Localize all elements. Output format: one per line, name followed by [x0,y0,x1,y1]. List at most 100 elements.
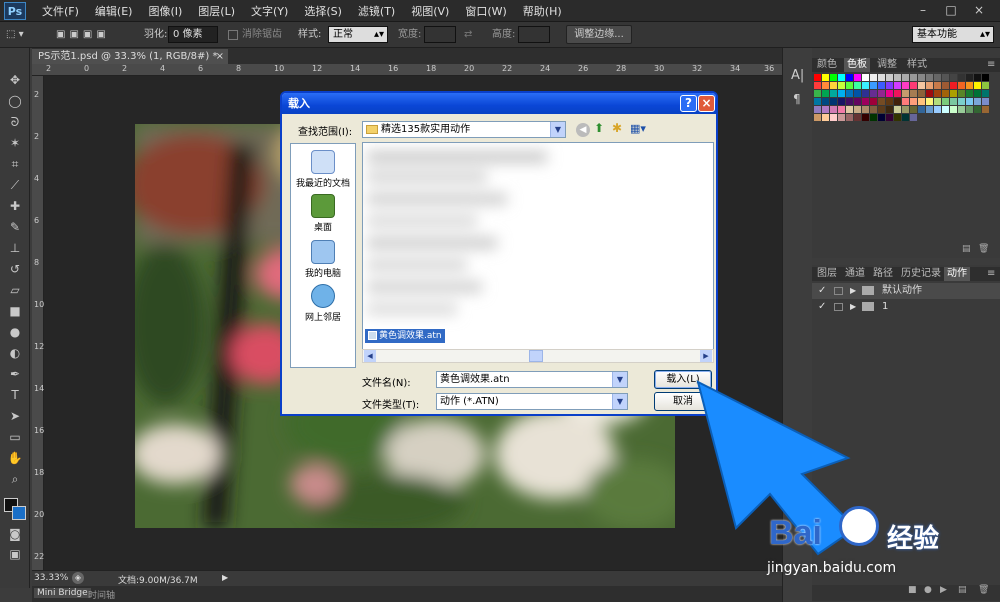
swatch-cell[interactable] [942,90,949,97]
close-tab-icon[interactable]: × [216,49,224,64]
lookin-combo[interactable]: 精选135款实用动作 ▼ [362,121,566,138]
swatch-cell[interactable] [966,98,973,105]
swatch-cell[interactable] [934,82,941,89]
swatch-cell[interactable] [902,90,909,97]
swatch-cell[interactable] [870,90,877,97]
swatch-cell[interactable] [862,98,869,105]
swatch-cell[interactable] [854,74,861,81]
swatch-cell[interactable] [958,90,965,97]
swatch-cell[interactable] [982,90,989,97]
swatch-cell[interactable] [838,82,845,89]
swatch-cell[interactable] [966,74,973,81]
swatch-cell[interactable] [926,106,933,113]
swatch-delete-icon[interactable]: 🗑 [978,244,989,254]
swatch-cell[interactable] [838,74,845,81]
swatch-cell[interactable] [830,98,837,105]
swatch-cell[interactable] [878,90,885,97]
swatch-cell[interactable] [838,98,845,105]
swatch-cell[interactable] [918,82,925,89]
swatch-cell[interactable] [934,98,941,105]
tab-mini-bridge[interactable]: Mini Bridge [34,588,91,598]
help-button[interactable]: ? [680,95,697,112]
swatch-cell[interactable] [822,106,829,113]
gradient-tool-icon[interactable]: ■ [6,303,24,319]
swatch-cell[interactable] [878,74,885,81]
screen-mode-icon[interactable]: ▣ [6,546,24,562]
swatch-cell[interactable] [814,74,821,81]
view-menu-icon[interactable]: ▦▾ [630,122,646,135]
swatch-cell[interactable] [934,106,941,113]
tab-actions[interactable]: 动作 [944,267,970,281]
swatch-cell[interactable] [902,98,909,105]
swatch-cell[interactable] [854,98,861,105]
action-toggle-check[interactable]: ✓ [818,283,826,299]
swatch-cell[interactable] [814,106,821,113]
swatch-cell[interactable] [926,82,933,89]
swatch-cell[interactable] [982,98,989,105]
swatch-cell[interactable] [870,74,877,81]
maximize-button[interactable]: □ [940,2,962,18]
swatch-cell[interactable] [974,106,981,113]
swatch-cell[interactable] [958,74,965,81]
scroll-left-icon[interactable]: ◀ [364,350,376,362]
swatch-new-icon[interactable]: ▤ [962,244,971,254]
swatch-cell[interactable] [878,114,885,121]
swatch-cell[interactable] [870,98,877,105]
swatch-cell[interactable] [950,74,957,81]
history-brush-icon[interactable]: ↺ [6,261,24,277]
swatch-cell[interactable] [894,106,901,113]
back-icon[interactable]: ◀ [576,123,590,137]
menu-image[interactable]: 图像(I) [148,3,182,19]
filetype-chevron-icon[interactable]: ▼ [612,394,627,409]
panel-menu-icon[interactable]: ≡ [984,58,998,72]
swatch-cell[interactable] [926,74,933,81]
swatch-cell[interactable] [814,98,821,105]
swatch-cell[interactable] [862,106,869,113]
swatch-cell[interactable] [918,98,925,105]
swatch-cell[interactable] [822,114,829,121]
menu-type[interactable]: 文字(Y) [251,3,288,19]
dialog-title-bar[interactable]: 载入 ? × [282,93,716,114]
swatch-cell[interactable] [982,82,989,89]
place-my-computer[interactable]: 我的电脑 [291,240,355,279]
menu-layer[interactable]: 图层(L) [198,3,235,19]
swatch-cell[interactable] [982,74,989,81]
swatch-cell[interactable] [838,90,845,97]
expand-arrow-icon[interactable]: ▶ [850,283,856,299]
swatch-cell[interactable] [942,106,949,113]
swatch-cell[interactable] [926,98,933,105]
place-desktop[interactable]: 桌面 [291,194,355,233]
swatch-cell[interactable] [846,90,853,97]
swatch-cell[interactable] [894,114,901,121]
swatch-cell[interactable] [974,74,981,81]
swatch-cell[interactable] [934,90,941,97]
swatch-cell[interactable] [886,82,893,89]
status-menu-arrow-icon[interactable]: ▶ [222,573,228,582]
close-window-button[interactable]: × [968,2,990,18]
tab-styles[interactable]: 样式 [904,58,930,72]
swatch-cell[interactable] [902,114,909,121]
crop-tool-icon[interactable]: ⌗ [6,156,24,172]
refine-edge-button[interactable]: 调整边缘... [566,25,632,44]
marquee-tool-icon[interactable]: ◯ [6,93,24,109]
close-dialog-button[interactable]: × [698,95,715,112]
swatch-cell[interactable] [854,114,861,121]
swatch-cell[interactable] [830,106,837,113]
tab-channels[interactable]: 通道 [842,267,868,281]
swatch-cell[interactable] [822,74,829,81]
document-tab[interactable]: PS示范1.psd @ 33.3% (1, RGB/8#) * × [32,49,228,64]
paragraph-panel-icon[interactable]: ¶ [793,92,801,106]
selection-mode-icons[interactable]: ▣▣▣▣ [56,27,136,43]
tab-swatches[interactable]: 色板 [844,58,870,72]
swatch-cell[interactable] [950,82,957,89]
swatch-cell[interactable] [814,82,821,89]
width-input[interactable] [424,26,456,43]
swatch-cell[interactable] [894,90,901,97]
chevron-down-icon[interactable]: ▼ [550,122,565,137]
swatch-cell[interactable] [838,106,845,113]
swatch-cell[interactable] [870,82,877,89]
tab-color[interactable]: 颜色 [814,58,840,72]
scroll-right-icon[interactable]: ▶ [700,350,712,362]
swatch-cell[interactable] [942,82,949,89]
up-folder-icon[interactable]: ⬆ [594,121,604,135]
